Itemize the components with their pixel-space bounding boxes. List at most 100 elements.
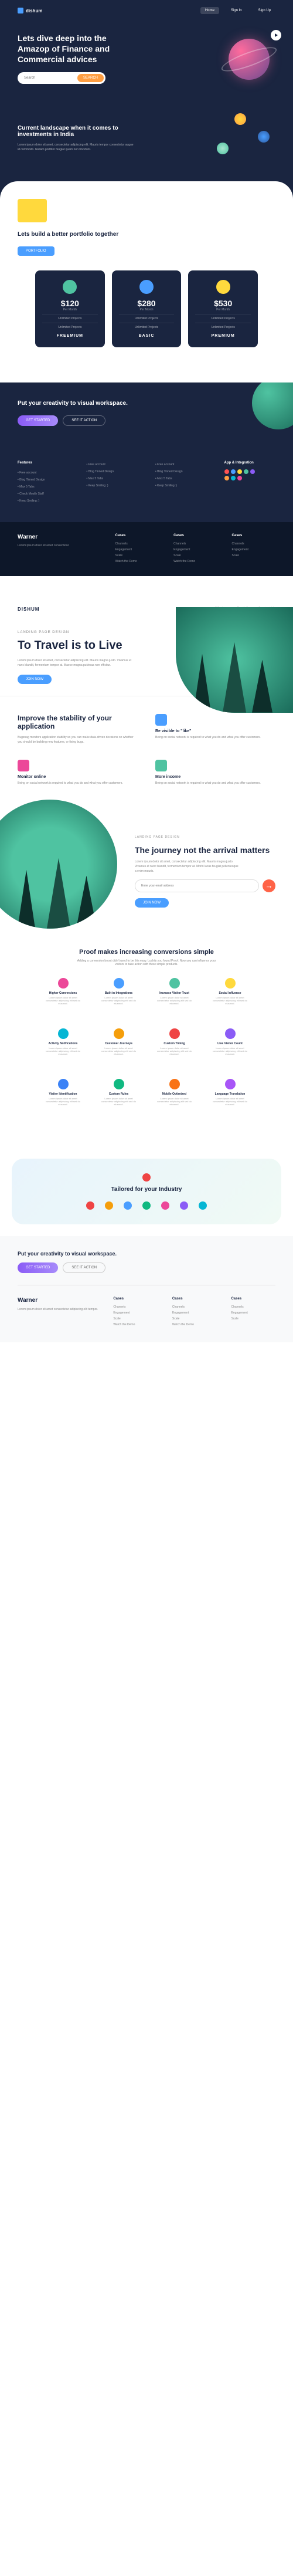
see-action-button[interactable]: SEE IT ACTION: [63, 1262, 105, 1273]
join-button[interactable]: JOIN NOW: [135, 898, 169, 908]
footer-link[interactable]: Scale: [232, 553, 275, 558]
integration-icon[interactable]: [224, 476, 229, 480]
like-icon: [155, 714, 167, 726]
portfolio-section: Lets build a better portfolio together P…: [0, 181, 293, 382]
nav-home[interactable]: Home: [200, 7, 219, 14]
integration-icon[interactable]: [237, 469, 242, 474]
footer-link[interactable]: Scale: [173, 553, 217, 558]
integration-icon[interactable]: [231, 476, 236, 480]
integration-icon[interactable]: [224, 469, 229, 474]
footer-link[interactable]: Watch the Demo: [115, 558, 159, 564]
proof-desc: Lorem ipsum dolor sit amet consectetur a…: [98, 996, 139, 1005]
footer-link[interactable]: Channels: [172, 1304, 217, 1310]
portfolio-button[interactable]: PORTFOLIO: [18, 246, 54, 256]
footer-2: Put your creativity to visual workspace.…: [0, 1236, 293, 1342]
planet-icon: [234, 113, 246, 125]
journey-content: LANDING PAGE DESIGN The journey not the …: [135, 835, 275, 908]
footer-link[interactable]: Engagement: [172, 1310, 217, 1316]
footer-link[interactable]: Engagement: [232, 547, 275, 553]
proof-item: Built-in IntegrationsLorem ipsum dolor s…: [98, 978, 139, 1017]
footer-link[interactable]: Channels: [231, 1304, 275, 1310]
feature: Unlimited Projects: [42, 314, 98, 320]
feature-text: Being on social network is required to w…: [155, 781, 275, 785]
improve-intro: Improve the stability of your applicatio…: [18, 714, 138, 748]
pricing-card-premium[interactable]: $530 Per Month Unlimited Projects Unlimi…: [188, 270, 258, 347]
hero-section: Lets dive deep into the Amazop of Financ…: [0, 21, 293, 107]
proof-item: Increase Visitor TrustLorem ipsum dolor …: [154, 978, 195, 1017]
plan-name: FREEMIUM: [42, 334, 98, 338]
get-started-button[interactable]: GET STARTED: [18, 1262, 58, 1273]
brand-logo[interactable]: DISHUM: [18, 607, 40, 612]
proof-desc: Lorem ipsum dolor sit amet consectetur a…: [210, 1047, 251, 1055]
footer-link[interactable]: Watch the Demo: [172, 1322, 217, 1328]
proof-icon: [225, 1079, 236, 1089]
email-input[interactable]: [135, 879, 259, 892]
feature-text: Being on social network is required to w…: [155, 736, 275, 739]
industry-icon[interactable]: [86, 1201, 94, 1210]
feature-item: • Free account: [87, 461, 138, 468]
footer-link[interactable]: Scale: [172, 1316, 217, 1322]
period: Per Month: [42, 308, 98, 312]
footer-link[interactable]: Channels: [232, 541, 275, 547]
footer-link[interactable]: Scale: [115, 553, 159, 558]
footer-tagline: Lorem ipsum dolor sit amet consectetur: [18, 544, 98, 547]
join-now-button[interactable]: JOIN NOW: [18, 675, 52, 684]
journey-text: Lorem ipsum dolor sit amet, consectetur …: [135, 859, 240, 874]
feature-item: • Free account: [155, 461, 207, 468]
send-button[interactable]: →: [263, 879, 275, 892]
footer-link[interactable]: Engagement: [115, 547, 159, 553]
footer-link[interactable]: Channels: [173, 541, 217, 547]
features-heading: Features: [18, 461, 69, 465]
industry-icon[interactable]: [180, 1201, 188, 1210]
industry-icon[interactable]: [124, 1201, 132, 1210]
plan-icon: [139, 280, 154, 294]
features-col: Features • Free account• Blog Tinned Des…: [18, 461, 69, 505]
footer-link[interactable]: Engagement: [173, 547, 217, 553]
footer-link[interactable]: Channels: [115, 541, 159, 547]
proof-item: Customer Journeys Lorem ipsum dolor sit a…: [98, 1028, 139, 1067]
brand-logo[interactable]: dishum: [18, 8, 42, 13]
footer-link[interactable]: Scale: [113, 1316, 158, 1322]
proof-label: Customer Journeys: [98, 1042, 139, 1045]
button-row: GET STARTED SEE IT ACTION: [18, 415, 275, 426]
see-action-button[interactable]: SEE IT ACTION: [63, 415, 105, 426]
integration-icon[interactable]: [250, 469, 255, 474]
pricing-card-basic[interactable]: $280 Per Month Unlimited Projects Unlimi…: [112, 270, 182, 347]
get-started-button[interactable]: GET STARTED: [18, 415, 58, 426]
search-input[interactable]: [19, 74, 77, 82]
feature: Unlimited Projects: [195, 314, 251, 320]
industry-icon[interactable]: [105, 1201, 113, 1210]
income-icon: [155, 760, 167, 771]
nav-signin[interactable]: Sign In: [226, 7, 247, 14]
footer-link[interactable]: Scale: [231, 1316, 275, 1322]
proof-desc: Lorem ipsum dolor sit amet consectetur a…: [43, 1097, 84, 1106]
footer-link[interactable]: Engagement: [113, 1310, 158, 1316]
folder-icon: [18, 199, 47, 222]
industry-icon[interactable]: [142, 1201, 151, 1210]
planet-illustration: [229, 39, 270, 80]
search-button[interactable]: SEARCH: [77, 74, 104, 82]
tailored-title: Tailored for your Industry: [26, 1186, 267, 1193]
proof-desc: Lorem ipsum dolor sit amet consectetur a…: [98, 1047, 139, 1055]
proof-label: Live Visitor Count: [210, 1042, 251, 1045]
integration-icon[interactable]: [237, 476, 242, 480]
industry-icon[interactable]: [161, 1201, 169, 1210]
feature-item: • Blog Tinned Design: [87, 468, 138, 475]
industry-icon[interactable]: [199, 1201, 207, 1210]
planet-icon: [258, 131, 270, 143]
pricing-card-freemium[interactable]: $120 Per Month Unlimited Projects Unlimi…: [35, 270, 105, 347]
plan-name: BASIC: [119, 334, 175, 338]
footer-link[interactable]: Watch the Demo: [113, 1322, 158, 1328]
footer-link[interactable]: Engagement: [231, 1310, 275, 1316]
footer-link[interactable]: Watch the Demo: [173, 558, 217, 564]
nav-signup[interactable]: Sign Up: [254, 7, 275, 14]
footer-col-heading: Cases: [172, 1297, 217, 1301]
footer-link[interactable]: Channels: [113, 1304, 158, 1310]
proof-icon: [169, 1079, 180, 1089]
feature: Unlimited Projects: [119, 323, 175, 329]
feature-title: Monitor online: [18, 775, 138, 779]
integration-icon[interactable]: [244, 469, 248, 474]
tree-icon: [47, 858, 70, 929]
integration-icon[interactable]: [231, 469, 236, 474]
play-button[interactable]: [271, 30, 281, 40]
